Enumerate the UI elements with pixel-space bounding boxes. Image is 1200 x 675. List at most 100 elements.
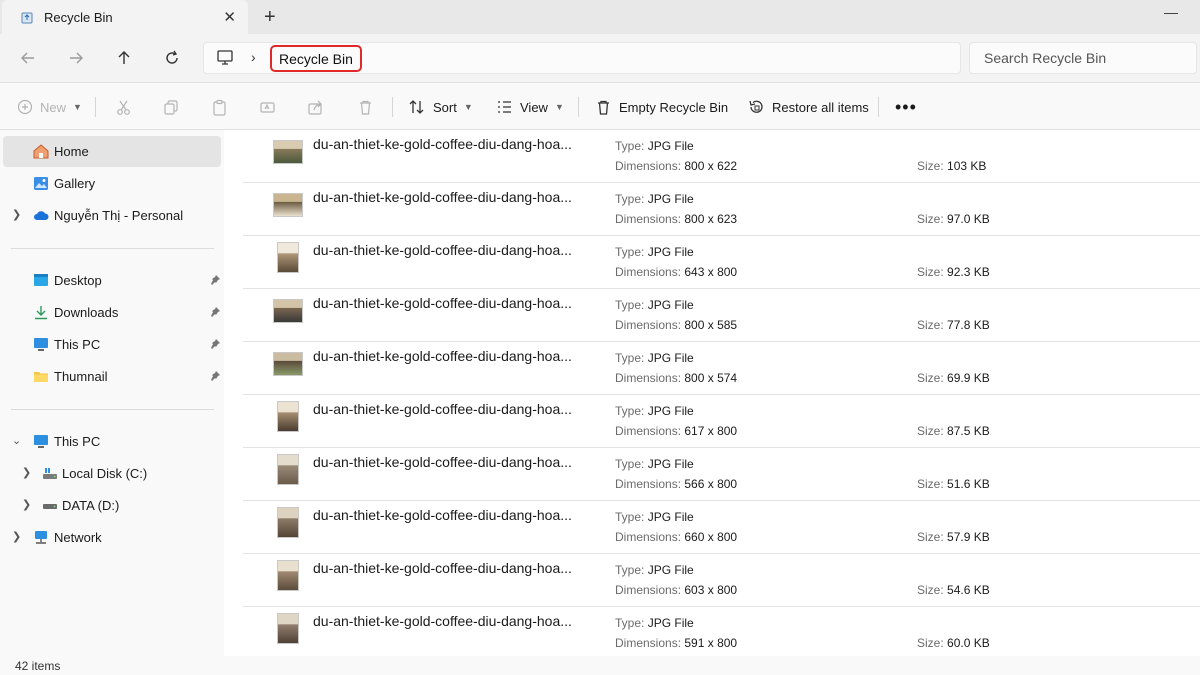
empty-recycle-bin-button[interactable]: Empty Recycle Bin [595, 83, 728, 131]
file-size-value: 51.6 KB [947, 477, 990, 491]
file-row[interactable]: du-an-thiet-ke-gold-coffee-diu-dang-hoa.… [243, 183, 1200, 236]
sidebar-item-this-pc[interactable]: ⌄ This PC [3, 426, 221, 457]
sidebar-item-onedrive[interactable]: ❯ Nguyễn Thị - Personal [3, 200, 221, 231]
sidebar-item-network[interactable]: ❯ Network [3, 522, 221, 553]
file-type-value: JPG File [647, 404, 694, 418]
sidebar-item-data-drive[interactable]: ❯ DATA (D:) [3, 490, 221, 521]
delete-button[interactable] [357, 83, 381, 131]
file-type-value: JPG File [647, 351, 694, 365]
sidebar-item-downloads[interactable]: Downloads [3, 297, 221, 328]
file-type-key: Type: [615, 139, 645, 153]
rename-button[interactable] [259, 83, 283, 131]
image-thumbnail-icon [277, 507, 299, 538]
breadcrumb-recycle-bin[interactable]: Recycle Bin [270, 45, 362, 72]
sidebar-item-home[interactable]: Home [3, 136, 221, 167]
file-row[interactable]: du-an-thiet-ke-gold-coffee-diu-dang-hoa.… [243, 289, 1200, 342]
copy-button[interactable] [163, 83, 187, 131]
file-row[interactable]: du-an-thiet-ke-gold-coffee-diu-dang-hoa.… [243, 130, 1200, 183]
file-size-key: Size: [917, 159, 944, 173]
more-options-icon[interactable]: ••• [895, 83, 917, 131]
new-button[interactable]: New ▼ [17, 83, 82, 131]
sidebar-item-desktop[interactable]: Desktop [3, 265, 221, 296]
file-type: Type: JPG File [615, 404, 694, 418]
file-type: Type: JPG File [615, 563, 694, 577]
home-icon [33, 144, 49, 159]
file-dimensions: Dimensions: 660 x 800 [615, 530, 737, 544]
file-type-value: JPG File [647, 139, 694, 153]
file-type-key: Type: [615, 298, 645, 312]
sidebar-item-label: This PC [54, 434, 101, 449]
chevron-right-icon[interactable]: › [251, 49, 256, 65]
pin-icon[interactable] [209, 274, 221, 286]
file-size: Size: 87.5 KB [917, 424, 990, 438]
chevron-right-icon[interactable]: ❯ [12, 208, 21, 221]
share-button[interactable] [307, 83, 331, 131]
chevron-right-icon[interactable]: ❯ [22, 466, 31, 479]
file-size-key: Size: [917, 636, 944, 650]
file-size: Size: 103 KB [917, 159, 986, 173]
file-type: Type: JPG File [615, 616, 694, 630]
file-dimensions-key: Dimensions: [615, 583, 682, 597]
refresh-icon[interactable] [160, 46, 184, 70]
sidebar-item-label: Network [54, 530, 102, 545]
file-type-value: JPG File [647, 510, 694, 524]
file-size: Size: 60.0 KB [917, 636, 990, 650]
file-name: du-an-thiet-ke-gold-coffee-diu-dang-hoa.… [313, 401, 572, 417]
desktop-folder-icon [34, 274, 48, 286]
forward-arrow-icon[interactable] [64, 46, 88, 70]
sidebar-item-local-disk[interactable]: ❯ Local Disk (C:) [3, 458, 221, 489]
file-type-key: Type: [615, 245, 645, 259]
address-bar[interactable]: › Recycle Bin [203, 42, 961, 74]
file-type-key: Type: [615, 351, 645, 365]
new-tab-icon[interactable]: + [264, 6, 276, 29]
file-row[interactable]: du-an-thiet-ke-gold-coffee-diu-dang-hoa.… [243, 448, 1200, 501]
view-label: View [520, 99, 548, 115]
cut-button[interactable] [115, 83, 139, 131]
up-arrow-icon[interactable] [112, 46, 136, 70]
chevron-down-icon: ▼ [463, 102, 473, 112]
minimize-icon[interactable] [1164, 13, 1178, 14]
sidebar-item-label: This PC [54, 337, 101, 352]
file-row[interactable]: du-an-thiet-ke-gold-coffee-diu-dang-hoa.… [243, 342, 1200, 395]
back-arrow-icon[interactable] [16, 46, 40, 70]
view-list-icon [498, 101, 511, 113]
pc-icon[interactable] [216, 50, 234, 69]
image-thumbnail-icon [277, 454, 299, 485]
sidebar-item-this-pc-pinned[interactable]: This PC [3, 329, 221, 360]
view-button[interactable]: View ▼ [496, 83, 564, 131]
sidebar-item-label: Desktop [54, 273, 102, 288]
file-dimensions: Dimensions: 617 x 800 [615, 424, 737, 438]
file-size-key: Size: [917, 212, 944, 226]
restore-all-button[interactable]: Restore all items [747, 83, 869, 131]
sort-button[interactable]: Sort ▼ [408, 83, 473, 131]
file-size: Size: 69.9 KB [917, 371, 990, 385]
file-size-value: 97.0 KB [947, 212, 990, 226]
file-dimensions: Dimensions: 800 x 622 [615, 159, 737, 173]
chevron-right-icon[interactable]: ❯ [12, 530, 21, 543]
file-dimensions-key: Dimensions: [615, 636, 682, 650]
pin-icon[interactable] [209, 338, 221, 350]
chevron-right-icon[interactable]: ❯ [22, 498, 31, 511]
file-dimensions: Dimensions: 800 x 574 [615, 371, 737, 385]
pin-icon[interactable] [209, 306, 221, 318]
file-row[interactable]: du-an-thiet-ke-gold-coffee-diu-dang-hoa.… [243, 554, 1200, 607]
paste-button[interactable] [211, 83, 235, 131]
file-row[interactable]: du-an-thiet-ke-gold-coffee-diu-dang-hoa.… [243, 501, 1200, 554]
search-input[interactable]: Search Recycle Bin [969, 42, 1197, 74]
file-dimensions: Dimensions: 800 x 623 [615, 212, 737, 226]
file-type: Type: JPG File [615, 510, 694, 524]
file-dimensions-key: Dimensions: [615, 212, 682, 226]
file-size-value: 60.0 KB [947, 636, 990, 650]
chevron-down-icon[interactable]: ⌄ [12, 434, 21, 447]
file-row[interactable]: du-an-thiet-ke-gold-coffee-diu-dang-hoa.… [243, 236, 1200, 289]
rename-icon [260, 101, 275, 113]
close-icon[interactable]: ✕ [223, 8, 236, 26]
file-row[interactable]: du-an-thiet-ke-gold-coffee-diu-dang-hoa.… [243, 607, 1200, 660]
file-row[interactable]: du-an-thiet-ke-gold-coffee-diu-dang-hoa.… [243, 395, 1200, 448]
sidebar-item-gallery[interactable]: Gallery [3, 168, 221, 199]
pin-icon[interactable] [209, 370, 221, 382]
tab-recycle-bin[interactable]: Recycle Bin ✕ [2, 0, 248, 34]
file-dimensions-key: Dimensions: [615, 318, 682, 332]
file-dimensions-value: 800 x 623 [684, 212, 738, 226]
sidebar-item-thumnail[interactable]: Thumnail [3, 361, 221, 392]
